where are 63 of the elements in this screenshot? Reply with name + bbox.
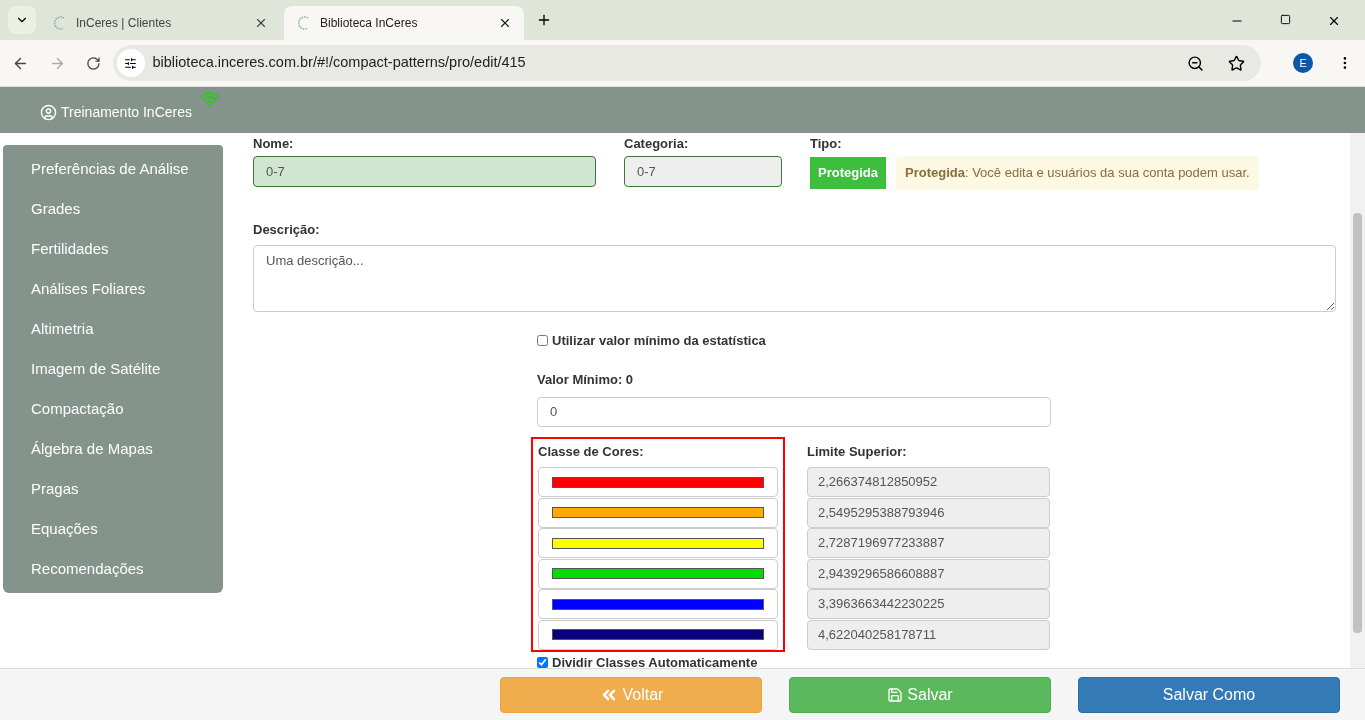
restore-icon[interactable] [1280,14,1291,25]
name-field[interactable]: 0-7 [253,155,596,187]
field-label: Classe de Cores: [538,442,644,461]
min-value-field[interactable]: 0 [537,396,1051,427]
field-label: Descrição: [253,220,320,239]
sidebar-item[interactable]: Compactação [3,389,223,429]
close-icon[interactable] [254,16,268,30]
url-text: biblioteca.inceres.com.br/#!/compact-patterns/pro/edit/415 [152,53,527,73]
sidebar-item[interactable]: Equações [3,509,223,549]
save-button[interactable]: Salvar [789,676,1051,713]
sidebar-item[interactable]: Imagem de Satélite [3,349,223,389]
sidebar-item[interactable]: Álgebra de Mapas [3,429,223,469]
bookmark-icon[interactable] [1228,54,1246,72]
save-icon [887,686,904,703]
new-tab-icon[interactable] [536,12,552,28]
profile-avatar[interactable]: E [1293,53,1314,73]
scrollbar[interactable] [1350,133,1365,668]
color-picker[interactable] [538,467,778,497]
user-name[interactable]: Treinamento InCeres [61,101,192,123]
color-picker[interactable] [538,619,778,650]
limit-field[interactable]: 2,266374812850952 [807,467,1050,497]
browser-tab[interactable]: InCeres | Clientes [40,6,280,40]
zoom-icon[interactable] [1187,54,1205,72]
checkbox[interactable] [537,657,548,669]
address-bar[interactable]: biblioteca.inceres.com.br/#!/compact-patterns/pro/edit/415 [112,45,1262,81]
field-label: Valor Mínimo: 0 [537,371,634,389]
sidebar-item[interactable]: Grades [3,189,223,229]
limit-field[interactable]: 2,9439296586608887 [807,558,1050,589]
color-picker[interactable] [538,558,778,589]
checkbox-label: Dividir Classes Automaticamente [552,654,758,672]
tab-title: Biblioteca InCeres [320,15,419,32]
field-label: Nome: [253,135,295,153]
save-as-button[interactable]: Salvar Como [1078,676,1340,713]
browser-tab[interactable]: Biblioteca InCeres [284,6,524,40]
limit-field[interactable]: 2,5495295388793946 [807,497,1050,528]
sidebar-item[interactable]: Análises Foliares [3,269,223,309]
close-icon[interactable] [1327,14,1341,28]
wifi-icon [200,89,220,109]
type-note: Protegida: Você edita e usuários da sua conta podem usar. [895,155,1259,190]
user-icon [40,103,57,121]
checkbox[interactable] [537,334,548,346]
sidebar-item[interactable]: Recomendações [3,549,223,589]
description-field[interactable]: Uma descrição... [253,245,1336,312]
sidebar-item[interactable]: Altimetria [3,309,223,349]
field-label: Categoria: [624,135,690,153]
color-picker[interactable] [538,497,778,528]
category-field[interactable]: 0-7 [624,155,782,187]
checkbox-label: Utilizar valor mínimo da estatística [552,331,766,350]
close-icon[interactable] [498,16,512,30]
color-picker[interactable] [538,589,778,619]
limit-field[interactable]: 3,3963663442230225 [807,589,1050,619]
sidebar-item[interactable]: Preferências de Análise [3,149,223,189]
field-label: Limite Superior: [807,442,907,461]
limit-field[interactable]: 4,622040258178711 [807,619,1050,650]
color-picker[interactable] [538,528,778,558]
field-label: Tipo: [810,135,843,153]
sidebar-item[interactable]: Fertilidades [3,229,223,269]
reload-icon[interactable] [85,55,101,71]
tab-title: InCeres | Clientes [76,15,173,32]
type-badge: Protegida [810,156,886,189]
limit-field[interactable]: 2,7287196977233887 [807,528,1050,558]
sidebar-item[interactable]: Pragas [3,469,223,509]
site-info-icon[interactable] [116,49,145,77]
